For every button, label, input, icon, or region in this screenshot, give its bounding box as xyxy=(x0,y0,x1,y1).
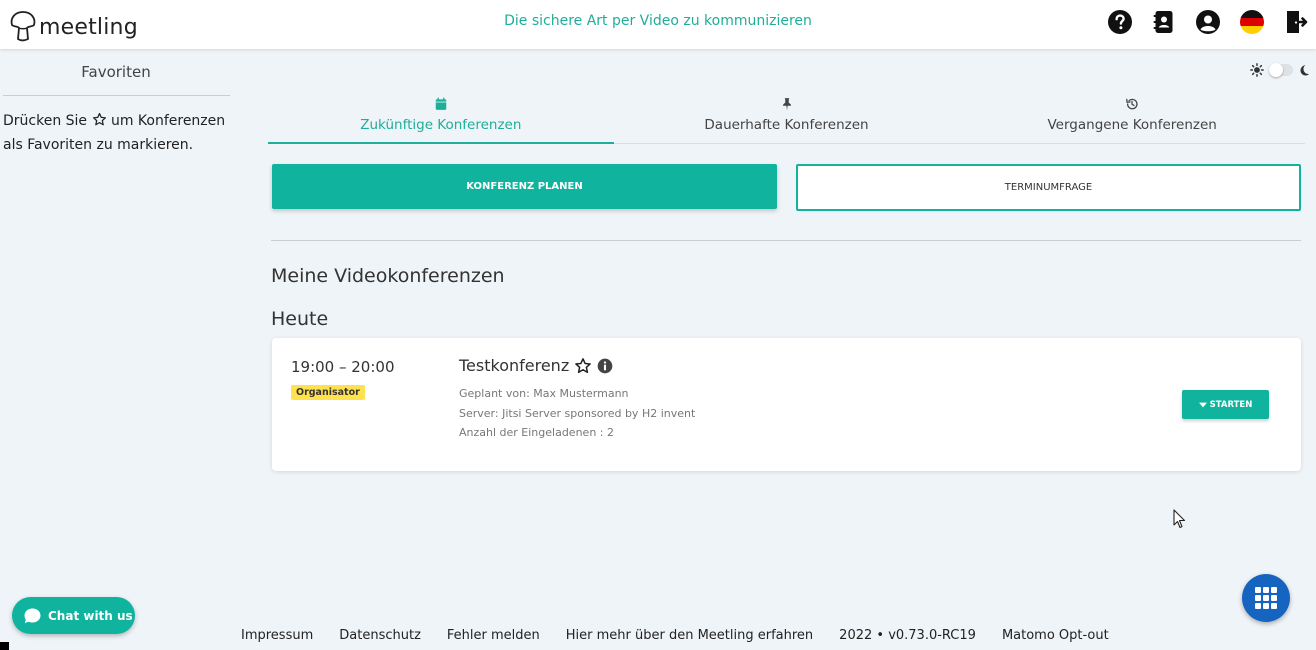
start-button-label: STARTEN xyxy=(1209,399,1253,410)
theme-toggle[interactable] xyxy=(1250,63,1310,77)
favorites-hint-start: Drücken Sie xyxy=(3,113,92,129)
tab-permanent-conferences[interactable]: Dauerhafte Konferenzen xyxy=(614,95,960,143)
content-divider xyxy=(271,240,1301,241)
favorite-star-icon[interactable] xyxy=(574,357,592,375)
invited-count-text: Anzahl der Eingeladenen : 2 xyxy=(459,426,614,439)
plan-conference-button[interactable]: KONFERENZ PLANEN xyxy=(272,164,777,209)
footer-link-privacy[interactable]: Datenschutz xyxy=(339,628,421,643)
conference-card: 19:00 – 20:00 Organisator Testkonferenz … xyxy=(272,338,1301,471)
app-header: meetling Die sichere Art per Video zu ko… xyxy=(0,0,1316,49)
logout-icon[interactable] xyxy=(1284,10,1308,34)
tab-future-label: Zukünftige Konferenzen xyxy=(360,117,522,133)
start-conference-button[interactable]: STARTEN xyxy=(1182,390,1269,419)
favorites-sidebar: Favoriten Drücken Sie um Konferenzen als… xyxy=(0,49,232,650)
moon-icon xyxy=(1300,65,1309,76)
contacts-icon[interactable] xyxy=(1152,10,1176,34)
footer-link-matomo-optout[interactable]: Matomo Opt-out xyxy=(1002,628,1109,643)
sun-icon xyxy=(1250,63,1264,77)
mouse-pointer-icon xyxy=(1173,509,1186,529)
footer-link-impressum[interactable]: Impressum xyxy=(241,628,313,643)
conference-time: 19:00 – 20:00 xyxy=(291,358,395,376)
header-actions xyxy=(1108,10,1308,34)
conference-name: Testkonferenz xyxy=(459,356,570,375)
role-badge: Organisator xyxy=(291,385,365,400)
conference-tabs: Zukünftige Konferenzen Dauerhafte Konfer… xyxy=(268,95,1305,144)
history-icon xyxy=(1126,98,1138,110)
page-footer: Impressum Datenschutz Fehler melden Hier… xyxy=(241,628,1109,643)
tab-permanent-label: Dauerhafte Konferenzen xyxy=(704,117,869,133)
apps-menu-button[interactable] xyxy=(1242,574,1290,622)
calendar-icon xyxy=(435,97,447,110)
corner-artifact xyxy=(0,642,9,650)
caret-down-icon xyxy=(1198,402,1207,407)
favorites-hint: Drücken Sie um Konferenzen als Favoriten… xyxy=(3,109,228,157)
tab-past-label: Vergangene Konferenzen xyxy=(1047,117,1217,133)
grid-icon xyxy=(1255,587,1277,609)
section-title: Meine Videokonferenzen xyxy=(271,265,505,287)
server-text: Server: Jitsi Server sponsored by H2 inv… xyxy=(459,406,696,420)
conference-details: Geplant von: Max Mustermann Server: Jits… xyxy=(459,384,695,443)
day-heading: Heute xyxy=(271,308,329,330)
footer-version: 2022 • v0.73.0-RC19 xyxy=(839,628,976,643)
theme-switch-knob xyxy=(1269,63,1283,77)
chat-with-us-button[interactable]: Chat with us xyxy=(12,597,135,634)
favorites-title: Favoriten xyxy=(81,63,151,81)
account-icon[interactable] xyxy=(1196,10,1220,34)
german-flag-icon[interactable] xyxy=(1240,10,1264,34)
planned-by-text: Geplant von: Max Mustermann xyxy=(459,387,629,400)
footer-link-report-bug[interactable]: Fehler melden xyxy=(447,628,540,643)
chat-bubble-icon xyxy=(24,608,41,623)
info-icon[interactable] xyxy=(597,358,613,374)
pin-icon xyxy=(782,98,791,111)
tab-past-conferences[interactable]: Vergangene Konferenzen xyxy=(959,95,1305,143)
tab-future-conferences[interactable]: Zukünftige Konferenzen xyxy=(268,95,614,144)
schedule-poll-button[interactable]: TERMINUMFRAGE xyxy=(796,164,1301,211)
help-icon[interactable] xyxy=(1108,10,1132,34)
chat-label: Chat with us xyxy=(48,608,133,623)
sidebar-divider xyxy=(3,95,230,96)
theme-switch[interactable] xyxy=(1269,63,1293,77)
conference-title-row: Testkonferenz xyxy=(459,356,613,375)
star-outline-icon xyxy=(92,112,106,126)
footer-link-about[interactable]: Hier mehr über den Meetling erfahren xyxy=(566,628,813,643)
